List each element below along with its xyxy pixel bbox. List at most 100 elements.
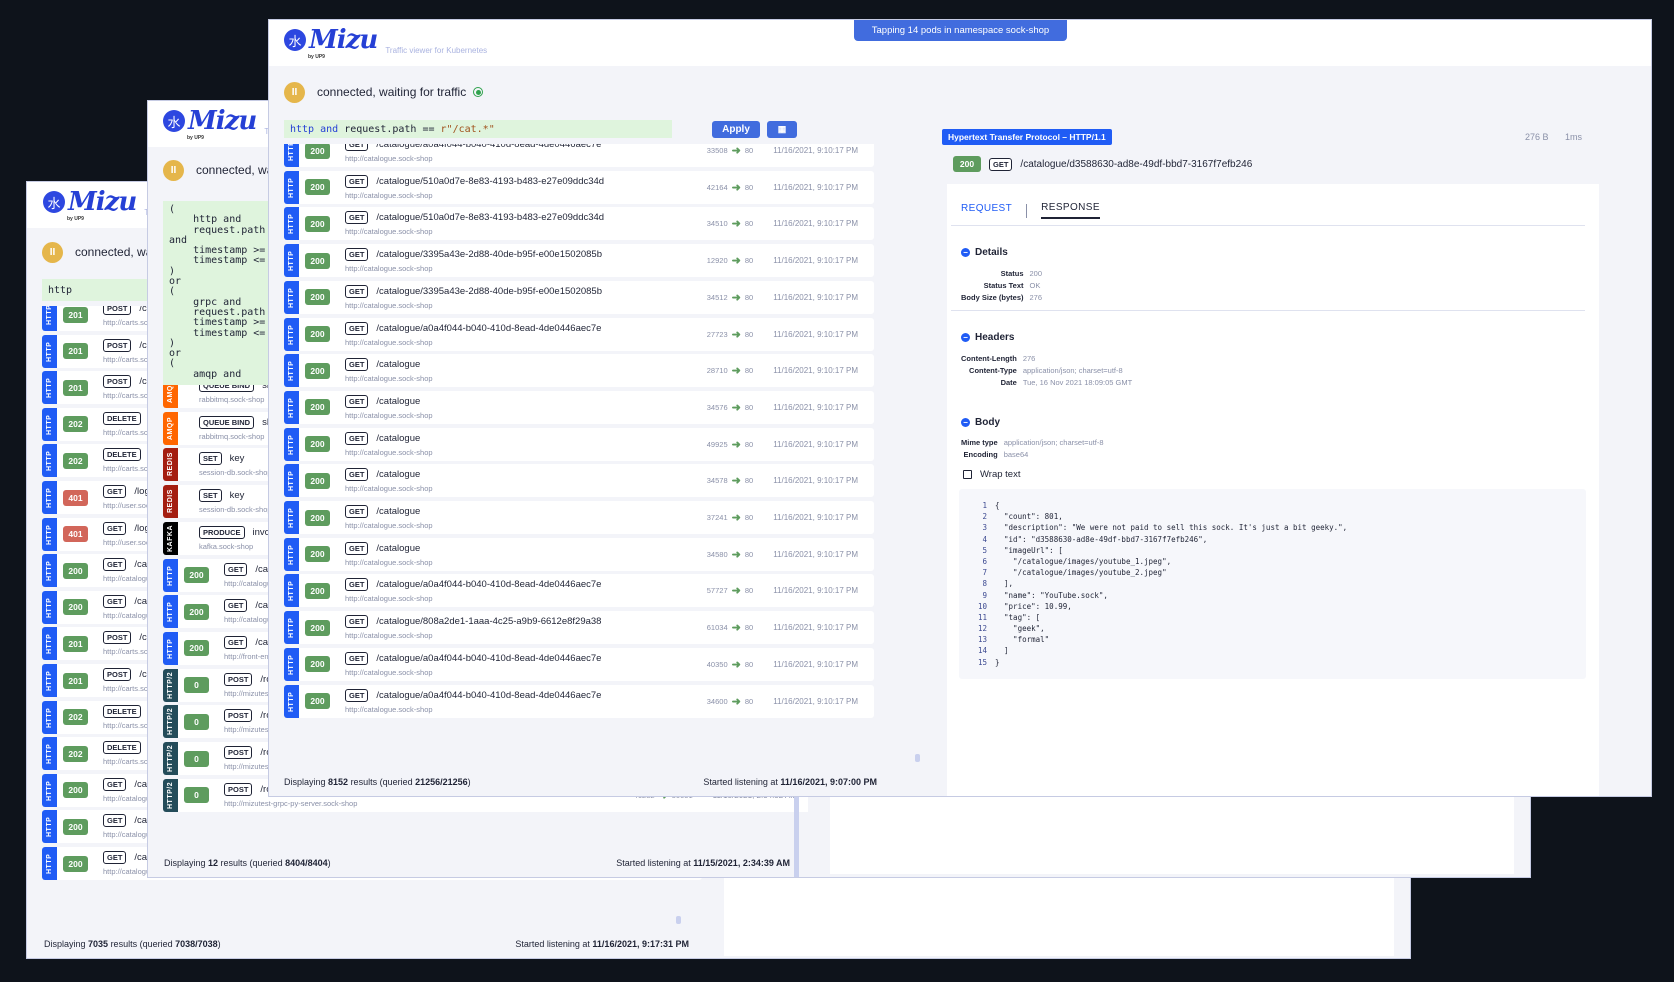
status-code-badge: 201 <box>63 379 88 396</box>
line-number: 10 <box>977 601 987 611</box>
method-badge: GET <box>103 521 127 535</box>
table-row[interactable]: HTTP 200 GET/catalogue/a0a4f044-b040-410d-… <box>284 647 874 681</box>
protocol-badge: HTTP <box>284 317 299 351</box>
table-row[interactable]: HTTP 200 GET/catalogue/808a2de1-1aaa-4c25-… <box>284 611 874 645</box>
tab-request[interactable]: REQUEST <box>961 203 1012 218</box>
arrow-right-icon: ➜ <box>731 475 741 488</box>
line-number: 11 <box>977 612 987 622</box>
table-row[interactable]: HTTP 200 GET/catalogue/3395a43e-2d88-40de-… <box>284 244 874 278</box>
field-key: Content-Length <box>961 354 1017 363</box>
arrow-right-icon: ➜ <box>731 181 741 194</box>
method-badge: GET <box>345 211 369 225</box>
body-meta-table: Mime type application/json; charset=utf-8… <box>961 438 1104 459</box>
logo-subtitle: Traffic viewer for Kubernetes <box>385 46 488 55</box>
table-row[interactable]: HTTP 200 GET/catalogue http://catalogue.soc… <box>284 464 874 498</box>
tab-separator <box>1026 203 1028 218</box>
table-row[interactable]: HTTP 200 GET/catalogue http://catalogue.soc… <box>284 427 874 461</box>
table-row[interactable]: HTTP 200 GET/catalogue http://catalogue.soc… <box>284 390 874 424</box>
details-section-toggle[interactable]: − Details <box>961 247 1008 258</box>
tab-response[interactable]: RESPONSE <box>1041 202 1100 219</box>
body-section-toggle[interactable]: − Body <box>961 417 1000 428</box>
destination-port: 80 <box>744 256 754 266</box>
arrow-right-icon: ➜ <box>731 548 741 561</box>
entry-path: /catalogue/3395a43e-2d88-40de-b95f-e00e1… <box>376 249 602 261</box>
table-row[interactable]: HTTP 200 GET/catalogue/510a0d7e-8e83-4193-… <box>284 207 874 241</box>
scrollbar[interactable] <box>915 754 920 762</box>
protocol-badge: HTTP <box>284 647 299 681</box>
method-badge: GET <box>345 144 369 151</box>
status-code-badge: 201 <box>63 306 88 323</box>
source-port: 27723 <box>706 329 728 339</box>
entry-info: GET/catalogue/510a0d7e-8e83-4193-b483-e2… <box>345 211 707 236</box>
scrollbar[interactable] <box>794 791 799 877</box>
entry-ports: 34510 ➜ 80 <box>707 217 753 230</box>
entry-timestamp: 11/16/2021, 9:10:17 PM <box>773 476 858 486</box>
entry-timestamp: 11/16/2021, 9:10:17 PM <box>773 329 858 339</box>
json-text: "price": 10.99, <box>995 601 1072 611</box>
table-row[interactable]: HTTP 200 GET/catalogue http://catalogue.soc… <box>284 354 874 388</box>
pause-icon[interactable]: II <box>284 81 305 103</box>
json-text: "/catalogue/images/youtube_1.jpeg", <box>995 556 1172 566</box>
entry-host: http://catalogue.sock-shop <box>345 667 433 677</box>
pause-icon[interactable]: II <box>163 159 184 181</box>
arrow-right-icon: ➜ <box>731 328 741 341</box>
protocol-tag: Hypertext Transfer Protocol – HTTP/1.1 <box>942 129 1112 145</box>
status-code-badge: 201 <box>63 343 88 360</box>
line-number: 15 <box>977 657 987 667</box>
source-port: 12920 <box>706 256 728 266</box>
method-badge: GET <box>345 248 369 262</box>
displaying-summary: Displaying 7035 results (queried 7038/70… <box>44 939 221 949</box>
table-row[interactable]: HTTP 200 GET/catalogue/a0a4f044-b040-410d-… <box>284 574 874 608</box>
collapse-icon: − <box>961 418 970 427</box>
table-row[interactable]: HTTP 200 GET/catalogue/a0a4f044-b040-410d-… <box>284 317 874 351</box>
entry-timestamp: 11/16/2021, 9:10:17 PM <box>773 366 858 376</box>
pause-icon[interactable]: II <box>42 241 63 263</box>
field-value: Tue, 16 Nov 2021 18:09:05 GMT <box>1022 378 1133 387</box>
tapping-banner[interactable]: Tapping 14 pods in namespace sock-shop <box>854 20 1067 41</box>
protocol-badge: HTTP/2 <box>163 742 178 775</box>
method-badge: GET <box>103 851 127 864</box>
arrow-right-icon: ➜ <box>731 658 741 671</box>
table-row[interactable]: HTTP 200 GET/catalogue http://catalogue.soc… <box>284 537 874 571</box>
wrap-text-checkbox[interactable] <box>963 470 972 479</box>
line-number: 9 <box>982 590 987 600</box>
entry-timestamp: 11/16/2021, 9:10:17 PM <box>773 586 858 596</box>
entry-summary: 200 GET /catalogue/d3588630-ad8e-49df-bb… <box>953 156 1252 172</box>
table-row[interactable]: HTTP 200 GET/catalogue http://catalogue.soc… <box>284 501 874 534</box>
scrollbar[interactable] <box>676 916 681 924</box>
entry-host: http://catalogue.sock-shop <box>345 300 433 310</box>
line-number: 6 <box>982 556 987 566</box>
table-row[interactable]: HTTP 200 GET/catalogue/510a0d7e-8e83-4193-… <box>284 170 874 204</box>
logo-by: by UP9 <box>308 54 325 60</box>
status-code-badge: 200 <box>305 472 330 489</box>
method-badge: GET <box>224 599 248 613</box>
entry-path: key <box>229 453 245 465</box>
field-key: Encoding <box>963 450 998 459</box>
method-badge: GET <box>345 688 369 702</box>
wrap-text-toggle[interactable]: Wrap text <box>963 469 1020 480</box>
table-row[interactable]: HTTP 200 GET/catalogue/3395a43e-2d88-40de-… <box>284 280 874 314</box>
status-code-badge: 0 <box>184 787 209 804</box>
entry-path: /catalogue <box>376 395 421 407</box>
entry-path: /catalogue/a0a4f044-b040-410d-8ead-4de04… <box>376 652 602 664</box>
destination-port: 80 <box>744 696 754 706</box>
method-badge: GET <box>345 358 369 372</box>
entry-path: /catalogue <box>376 542 421 554</box>
table-row[interactable]: HTTP 200 GET/catalogue/a0a4f044-b040-410d-… <box>284 144 874 167</box>
method-badge: POST <box>103 306 132 315</box>
entry-path: /catalogue/a0a4f044-b040-410d-8ead-4de04… <box>376 144 602 150</box>
method-badge: POST <box>224 709 253 723</box>
json-line: 5 "imageUrl": [ <box>969 546 1576 557</box>
protocol-badge: HTTP <box>284 354 299 388</box>
apply-button[interactable]: Apply <box>712 121 760 138</box>
table-row[interactable]: HTTP 200 GET/catalogue/a0a4f044-b040-410d-… <box>284 684 874 718</box>
query-builder-icon[interactable]: ▦ <box>767 121 797 138</box>
json-text: "description": "We were not paid to sell… <box>995 523 1348 533</box>
headers-section-toggle[interactable]: − Headers <box>961 332 1014 343</box>
protocol-badge: HTTP <box>284 144 299 167</box>
method-badge: POST <box>224 782 253 796</box>
query-input[interactable]: http and request.path == r"/cat.*" <box>284 120 672 138</box>
method-badge: POST <box>103 631 132 645</box>
line-number: 12 <box>977 624 987 634</box>
entry-timestamp: 11/16/2021, 9:10:17 PM <box>773 182 858 192</box>
